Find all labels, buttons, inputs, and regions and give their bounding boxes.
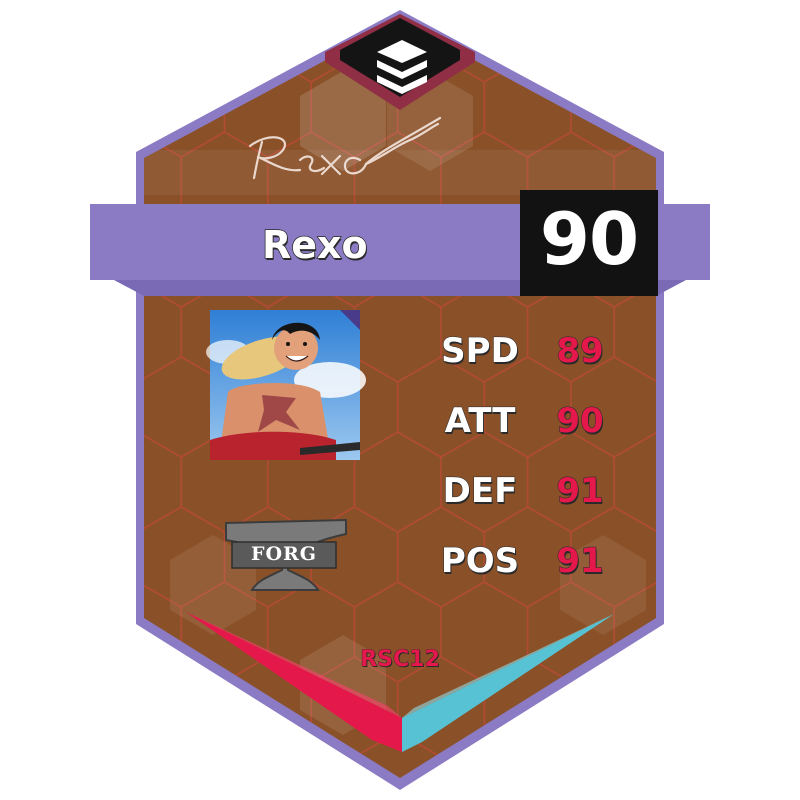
stat-value-spd: 89 xyxy=(556,331,604,371)
stat-label-pos: POS xyxy=(440,541,520,581)
card-code: RSC12 xyxy=(360,647,440,672)
stat-label-spd: SPD xyxy=(441,331,520,371)
hex-background xyxy=(144,20,656,778)
stat-label-def: DEF xyxy=(442,471,518,511)
overall-rating: 90 xyxy=(539,197,639,281)
club-logo-text: FORG xyxy=(250,543,318,565)
player-name: Rexo xyxy=(261,223,368,267)
player-card xyxy=(90,10,710,790)
stat-value-att: 90 xyxy=(556,401,604,441)
player-portrait xyxy=(206,310,366,460)
stat-value-pos: 91 xyxy=(556,541,604,581)
stat-value-def: 91 xyxy=(556,471,604,511)
stat-label-att: ATT xyxy=(444,401,516,441)
